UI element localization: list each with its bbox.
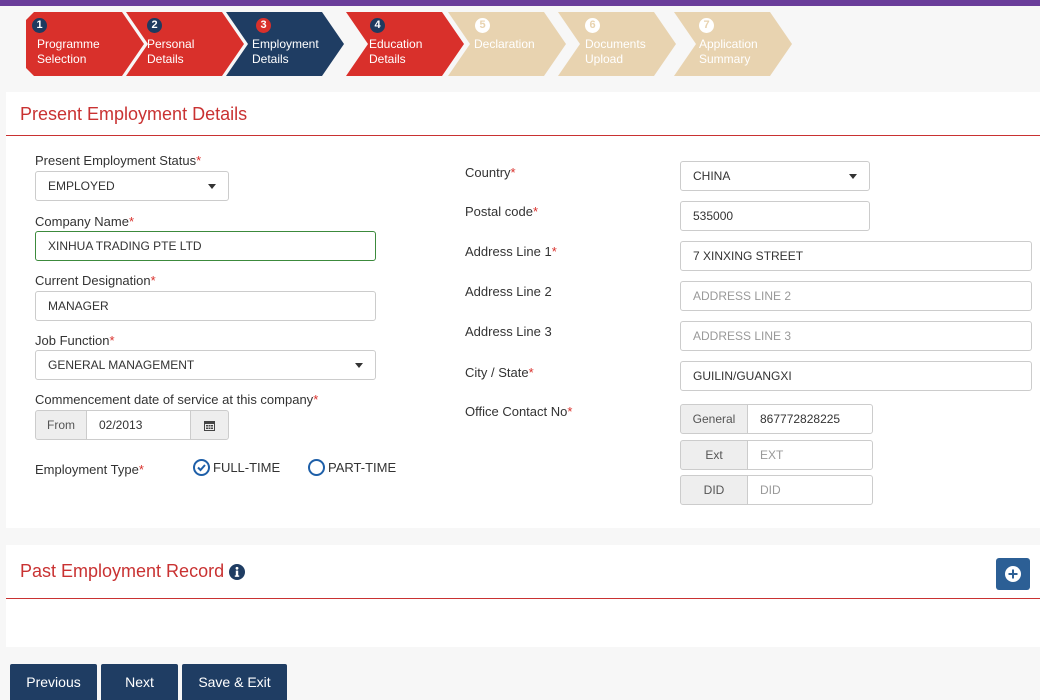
step-label: Education Details [369, 37, 423, 66]
step-number: 3 [256, 18, 271, 33]
address-line-3-input[interactable]: ADDRESS LINE 3 [680, 321, 1032, 351]
commencement-date-input[interactable]: 02/2013 [86, 410, 191, 440]
did-input[interactable]: DID [747, 475, 873, 505]
previous-button[interactable]: Previous [10, 664, 97, 700]
ext-addon: Ext [680, 440, 748, 470]
commencement-label: Commencement date of service at this com… [35, 392, 319, 407]
panel-divider [6, 135, 1040, 136]
checked-circle-icon [193, 459, 210, 476]
general-contact-input[interactable]: 867772828225 [747, 404, 873, 434]
step-number: 5 [475, 18, 490, 33]
step-number: 6 [585, 18, 600, 33]
panel-divider [6, 598, 1040, 599]
part-time-radio[interactable]: PART-TIME [308, 459, 396, 476]
employment-status-label: Present Employment Status* [35, 153, 202, 168]
general-addon: General [680, 404, 748, 434]
address-line-1-label: Address Line 1* [465, 244, 557, 259]
step-number: 7 [699, 18, 714, 33]
step-label: Employment Details [252, 37, 319, 66]
postal-code-input[interactable]: 535000 [680, 201, 870, 231]
save-exit-button[interactable]: Save & Exit [182, 664, 287, 700]
radio-circle-icon [308, 459, 325, 476]
employment-type-label: Employment Type* [35, 462, 144, 477]
city-state-label: City / State* [465, 365, 534, 380]
panel-title: Present Employment Details [20, 104, 248, 124]
step-label: Declaration [474, 37, 535, 51]
country-select[interactable]: CHINA [680, 161, 870, 191]
past-employment-panel: Past Employment Record [6, 545, 1040, 647]
city-state-input[interactable]: GUILIN/GUANGXI [680, 361, 1032, 391]
next-button[interactable]: Next [101, 664, 178, 700]
plus-circle-icon [1005, 566, 1021, 582]
step-label: Documents Upload [585, 37, 646, 66]
caret-down-icon [849, 174, 857, 179]
job-function-select[interactable]: GENERAL MANAGEMENT [35, 350, 376, 380]
step-number: 4 [370, 18, 385, 33]
employment-status-select[interactable]: EMPLOYED [35, 171, 229, 201]
radio-label: PART-TIME [328, 460, 397, 475]
company-name-label: Company Name* [35, 214, 134, 229]
ext-input[interactable]: EXT [747, 440, 873, 470]
full-time-radio[interactable]: FULL-TIME [193, 459, 280, 476]
step-number: 1 [32, 18, 47, 33]
step-programme-selection[interactable]: 1 Programme Selection [26, 12, 144, 76]
step-label: Application Summary [699, 37, 758, 66]
address-line-1-input[interactable]: 7 XINXING STREET [680, 241, 1032, 271]
calendar-button[interactable] [190, 410, 229, 440]
info-icon[interactable] [229, 563, 246, 580]
designation-input[interactable]: MANAGER [35, 291, 376, 321]
did-addon: DID [680, 475, 748, 505]
step-number: 2 [147, 18, 162, 33]
company-name-input[interactable]: XINHUA TRADING PTE LTD [35, 231, 376, 261]
from-addon: From [35, 410, 87, 440]
step-label: Programme Selection [37, 37, 100, 66]
radio-label: FULL-TIME [213, 460, 281, 475]
address-line-2-label: Address Line 2 [465, 284, 552, 299]
postal-code-label: Postal code* [465, 204, 538, 219]
add-past-employment-button[interactable] [996, 558, 1030, 590]
designation-label: Current Designation* [35, 273, 156, 288]
step-label: Personal Details [147, 37, 195, 66]
office-contact-label: Office Contact No* [465, 404, 573, 419]
caret-down-icon [355, 363, 363, 368]
country-label: Country* [465, 165, 516, 180]
caret-down-icon [208, 184, 216, 189]
panel-title: Past Employment Record [20, 561, 246, 582]
address-line-2-input[interactable]: ADDRESS LINE 2 [680, 281, 1032, 311]
calendar-icon [204, 421, 215, 431]
job-function-label: Job Function* [35, 333, 115, 348]
address-line-3-label: Address Line 3 [465, 324, 552, 339]
